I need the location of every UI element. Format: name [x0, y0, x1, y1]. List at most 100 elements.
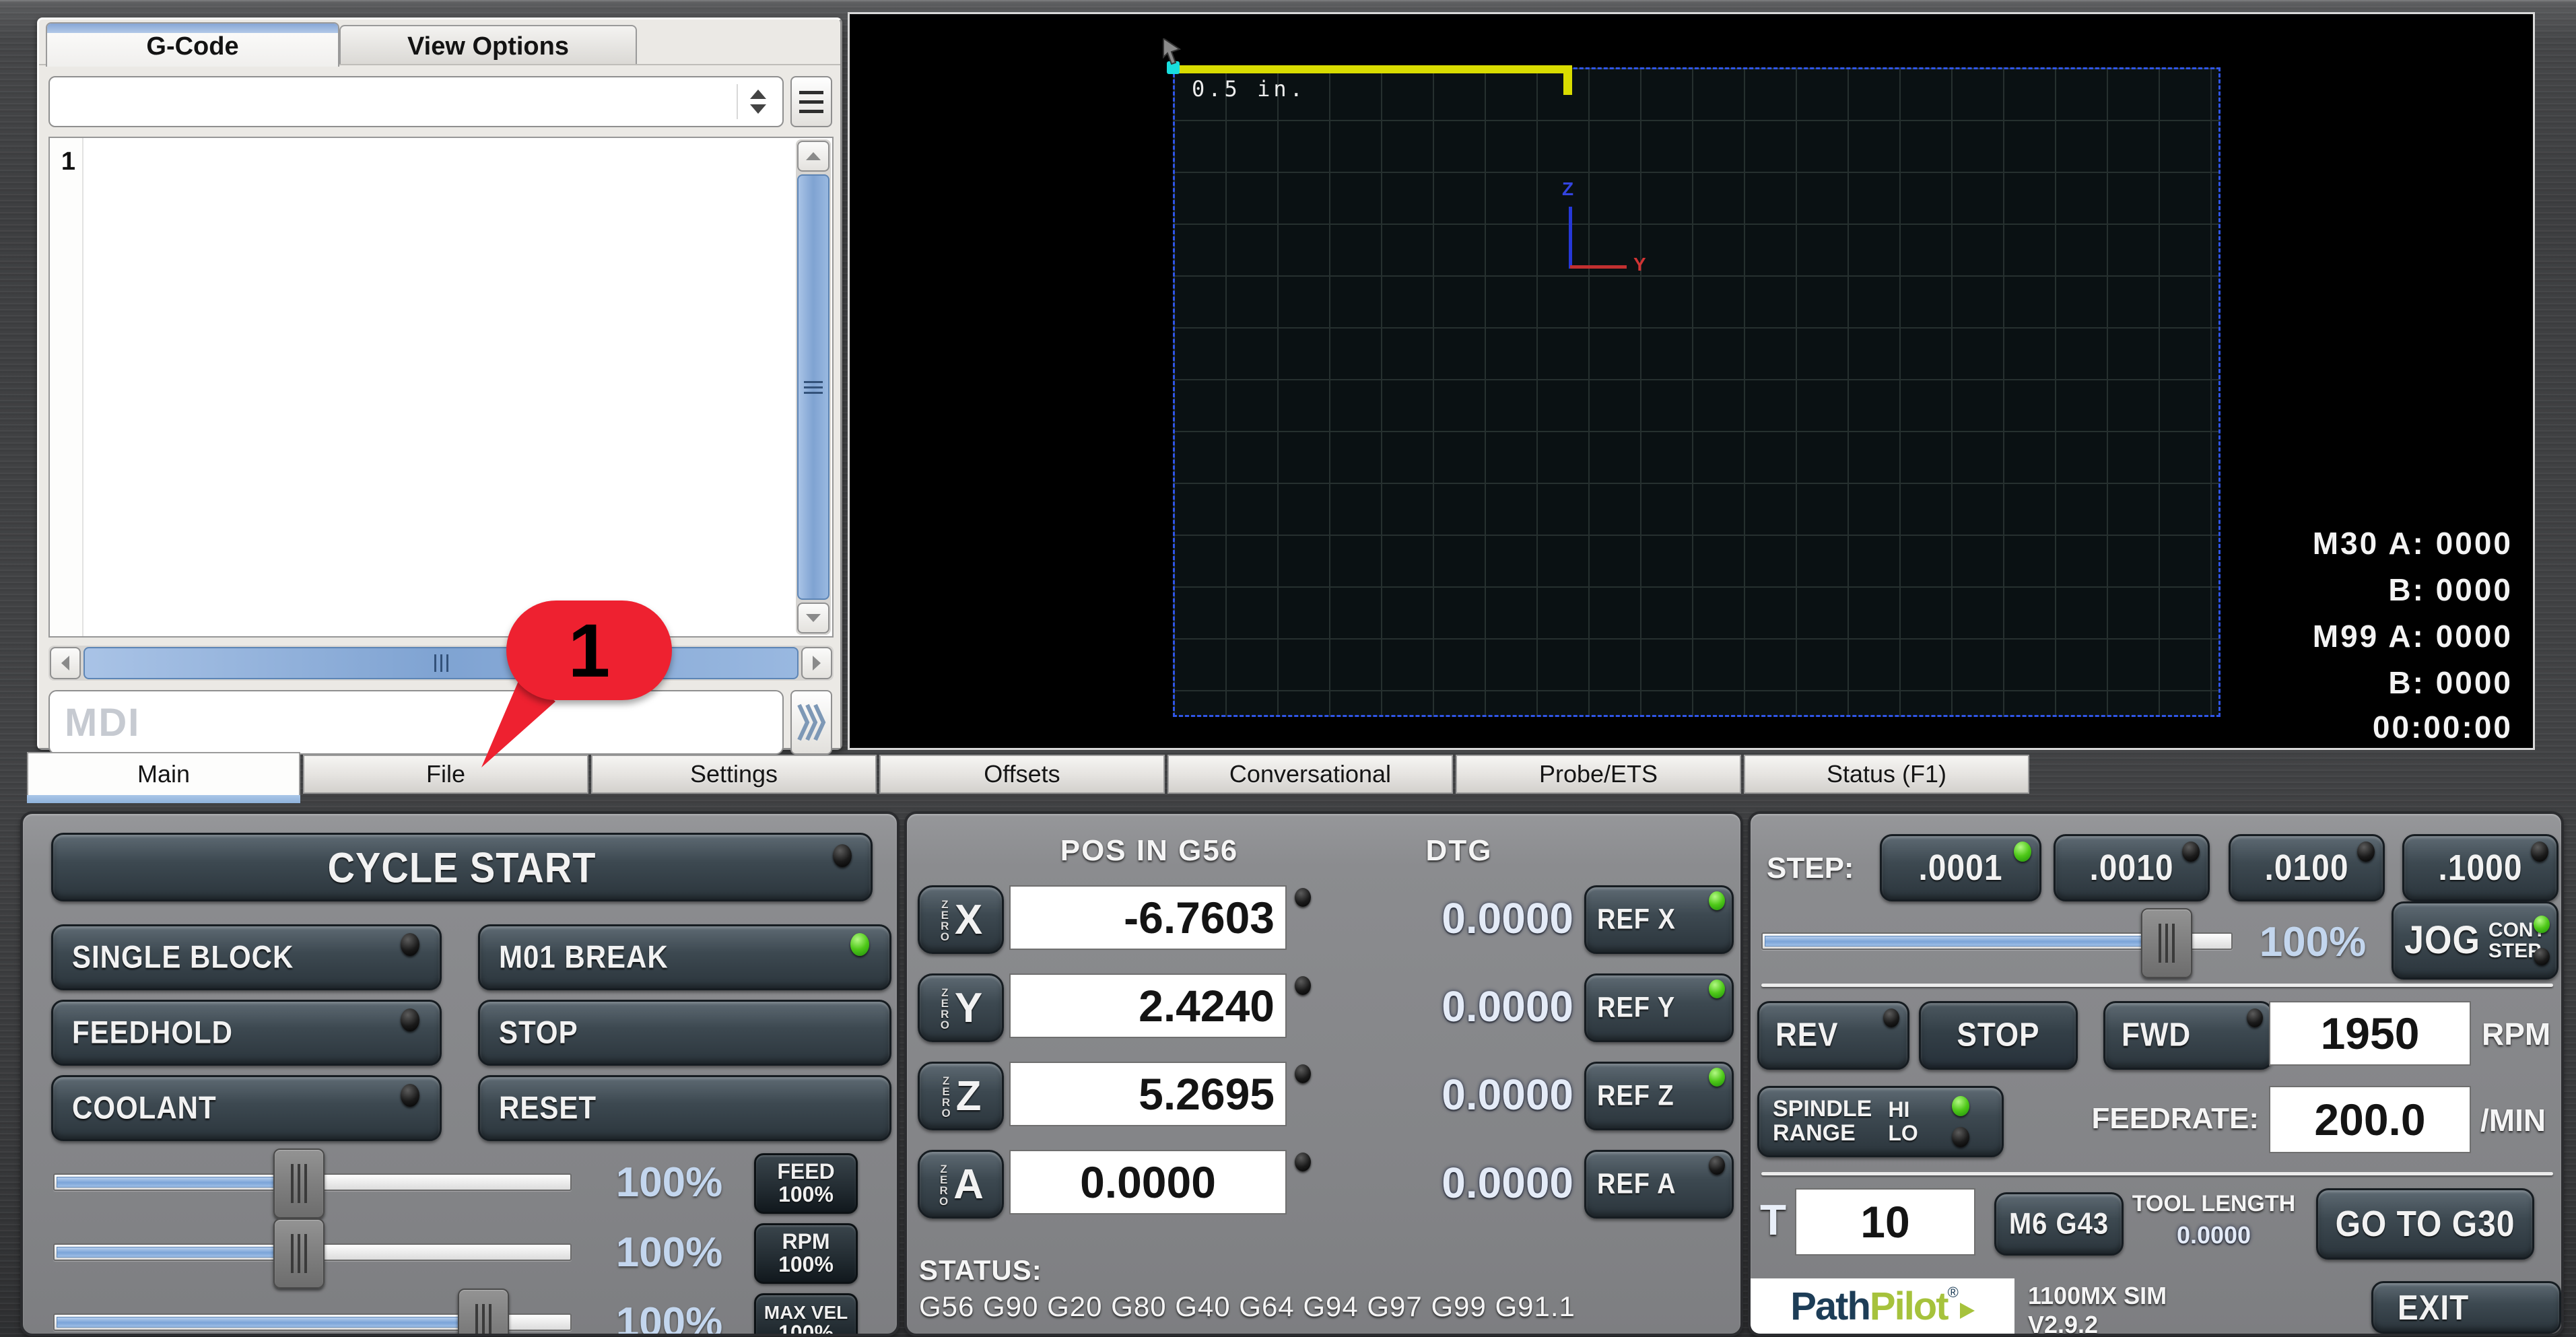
rpm-value: 1950	[2321, 1008, 2420, 1059]
dro-y-value: 2.4240	[1139, 980, 1275, 1031]
editor-hscrollbar[interactable]	[48, 646, 834, 681]
single-block-button[interactable]: SINGLE BLOCK	[51, 924, 442, 990]
hscroll-right-icon	[813, 656, 821, 671]
hscroll-left-button[interactable]	[50, 647, 81, 679]
dro-a-field[interactable]: 0.0000	[1009, 1150, 1287, 1214]
tool-length-value: 0.0000	[2128, 1221, 2300, 1249]
tab-view-options[interactable]: View Options	[339, 25, 637, 68]
step-0001-led	[2014, 842, 2031, 862]
zero-z-button[interactable]: ZERO Z	[918, 1062, 1004, 1130]
tab-conversational[interactable]: Conversational	[1167, 755, 1453, 794]
m6-g43-button[interactable]: M6 G43	[1994, 1192, 2124, 1256]
zero-y-button[interactable]: ZERO Y	[918, 973, 1004, 1042]
maxvel-override-thumb[interactable]	[458, 1289, 509, 1336]
editor-vscrollbar[interactable]	[796, 139, 831, 635]
hscroll-thumb[interactable]	[83, 647, 799, 679]
ref-z-button[interactable]: REF Z	[1584, 1062, 1734, 1130]
step-1000-button[interactable]: .1000	[2402, 834, 2558, 901]
triple-chevron-right-icon	[796, 701, 826, 744]
pos-header: POS IN G56	[1015, 834, 1284, 868]
tab-status-f1[interactable]: Status (F1)	[1744, 755, 2029, 794]
tab-settings[interactable]: Settings	[591, 755, 877, 794]
feed-100-button[interactable]: FEED 100%	[754, 1153, 858, 1214]
go-to-g30-button[interactable]: GO TO G30	[2316, 1188, 2534, 1260]
dro-y-field[interactable]: 2.4240	[1009, 973, 1287, 1038]
gcode-menu-button[interactable]	[790, 76, 832, 127]
spindle-rev-button[interactable]: REV	[1757, 1001, 1909, 1070]
feedhold-button[interactable]: FEEDHOLD	[51, 1000, 442, 1066]
stop-button[interactable]: STOP	[478, 1000, 891, 1066]
zero-a-button[interactable]: ZERO A	[918, 1150, 1004, 1219]
ref-a-button[interactable]: REF A	[1584, 1150, 1734, 1219]
step-0100-button[interactable]: .0100	[2229, 834, 2385, 901]
rpm-field[interactable]: 1950	[2269, 1001, 2471, 1066]
dro-a-led	[1295, 1153, 1311, 1171]
tab-main[interactable]: Main	[27, 752, 300, 795]
dtg-header: DTG	[1345, 834, 1573, 868]
mdi-send-button[interactable]	[790, 690, 832, 755]
spindle-stop-button[interactable]: STOP	[1919, 1001, 2078, 1070]
rpm-100-button[interactable]: RPM 100%	[754, 1223, 858, 1284]
logo-pilot-text: Pilot	[1870, 1284, 1948, 1329]
maxvel-100-button[interactable]: MAX VEL 100%	[754, 1293, 858, 1336]
feedrate-value: 200.0	[2314, 1094, 2425, 1145]
jog-label: JOG	[2404, 918, 2480, 963]
reset-button[interactable]: RESET	[478, 1075, 891, 1141]
step-label: STEP:	[1767, 852, 1854, 885]
step-0010-label: .0010	[2089, 847, 2173, 889]
gcode-file-combobox[interactable]	[48, 76, 784, 127]
rpm-override-thumb[interactable]	[273, 1219, 325, 1289]
dtg-x-value: 0.0000	[1338, 893, 1573, 943]
hamburger-icon	[799, 100, 823, 104]
mdi-input[interactable]: MDI	[48, 690, 784, 755]
combo-spinner-up-icon[interactable]	[750, 90, 766, 99]
cycle-start-button[interactable]: CYCLE START	[51, 833, 873, 901]
combo-spinner-down-icon[interactable]	[750, 104, 766, 114]
jog-override-fill	[1765, 936, 2169, 947]
rpm-unit: RPM	[2482, 1016, 2550, 1052]
status-gcodes: G56 G90 G20 G80 G40 G64 G94 G97 G99 G91.…	[919, 1291, 1734, 1323]
dro-z-field[interactable]: 5.2695	[1009, 1062, 1287, 1126]
jog-cont-step-button[interactable]: JOG CONT STEP	[2392, 901, 2558, 980]
feedrate-field[interactable]: 200.0	[2269, 1086, 2471, 1153]
tool-number-field[interactable]: 10	[1795, 1188, 1975, 1256]
vscroll-up-icon	[806, 152, 821, 160]
vscroll-up-button[interactable]	[797, 141, 829, 172]
dro-x-field[interactable]: -6.7603	[1009, 885, 1287, 950]
tab-settings-label: Settings	[690, 760, 778, 788]
tab-gcode[interactable]: G-Code	[46, 22, 339, 67]
spindle-range-button[interactable]: SPINDLE RANGE HI LO	[1757, 1086, 2004, 1157]
vscroll-down-button[interactable]	[797, 603, 829, 633]
step-0001-button[interactable]: .0001	[1880, 834, 2041, 901]
rpm-override-fill	[57, 1247, 279, 1258]
hscroll-right-button[interactable]	[801, 647, 832, 679]
coolant-button[interactable]: COOLANT	[51, 1075, 442, 1141]
toolpath-display[interactable]: 0.5 in. Z Y M30 A: 0000 B: 0000 M99 A: 0…	[848, 12, 2535, 750]
spindle-hi-label: HI	[1888, 1098, 1909, 1122]
ref-a-led	[1709, 1156, 1725, 1175]
exit-button[interactable]: EXIT	[2371, 1281, 2561, 1334]
m01-break-button[interactable]: M01 BREAK	[478, 924, 891, 990]
scale-label: 0.5 in.	[1192, 76, 1306, 102]
gcode-editor[interactable]: 1	[48, 137, 834, 638]
tab-view-options-label: View Options	[407, 32, 569, 61]
spindle-fwd-button[interactable]: FWD	[2103, 1001, 2273, 1070]
spindle-range-labels: SPINDLE RANGE	[1773, 1097, 1872, 1145]
ref-y-label: REF Y	[1597, 992, 1675, 1024]
jog-override-thumb[interactable]	[2141, 908, 2192, 978]
tab-offsets[interactable]: Offsets	[879, 755, 1165, 794]
zero-x-button[interactable]: ZERO X	[918, 885, 1004, 954]
m30-b-line: B: 0000	[2313, 567, 2513, 613]
m01-break-led	[850, 933, 869, 956]
ref-y-button[interactable]: REF Y	[1584, 973, 1734, 1042]
zero-z-letter: Z	[956, 1072, 982, 1120]
zero-x-letter: X	[955, 896, 982, 944]
step-0010-button[interactable]: .0010	[2054, 834, 2210, 901]
callout-balloon: 1	[506, 601, 672, 700]
feed-override-thumb[interactable]	[273, 1149, 325, 1219]
step-0100-led	[2357, 842, 2375, 862]
tab-offsets-label: Offsets	[984, 760, 1060, 788]
tab-probe-ets[interactable]: Probe/ETS	[1456, 755, 1741, 794]
ref-x-button[interactable]: REF X	[1584, 885, 1734, 954]
vscroll-thumb[interactable]	[797, 174, 829, 600]
